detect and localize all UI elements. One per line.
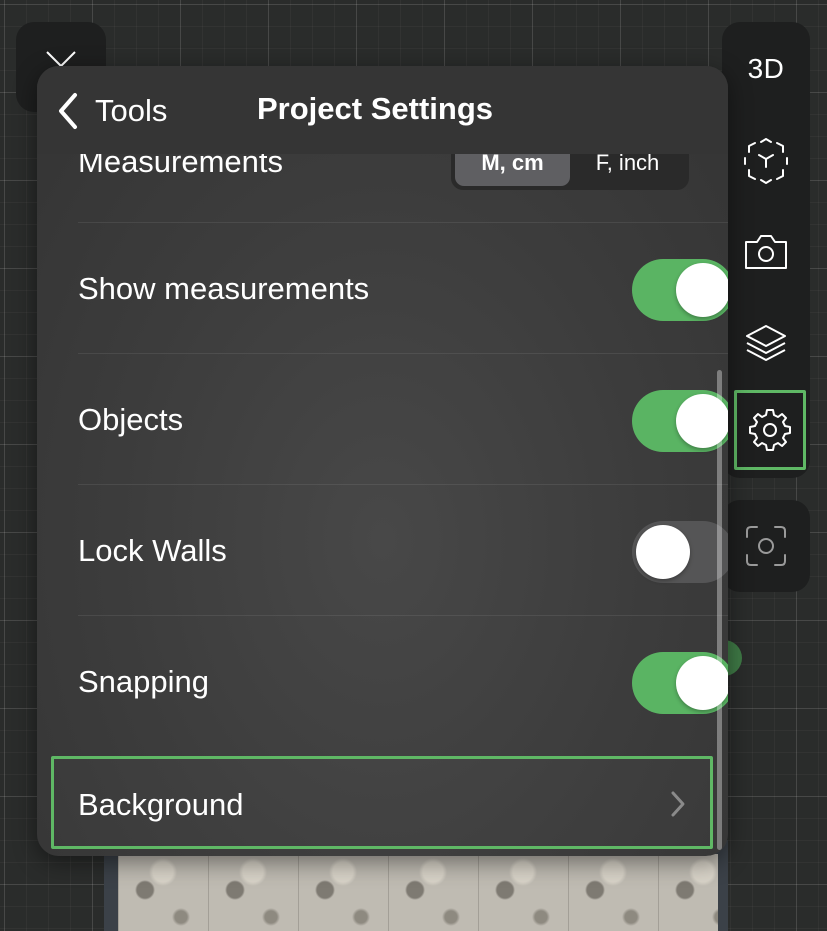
background-label: Background	[78, 787, 244, 822]
texture-tiles	[118, 854, 718, 931]
show-measurements-label: Show measurements	[78, 271, 370, 306]
camera-button[interactable]	[722, 216, 810, 286]
gear-icon	[749, 409, 791, 451]
ar-view-button[interactable]	[722, 126, 810, 196]
settings-button[interactable]	[734, 390, 806, 470]
show-measurements-row: Show measurements	[78, 223, 728, 354]
lock-walls-toggle[interactable]	[632, 521, 728, 583]
toggle-knob	[636, 525, 690, 579]
layers-button[interactable]	[722, 308, 810, 378]
scrollbar[interactable]	[717, 370, 722, 850]
lock-walls-row: Lock Walls	[78, 485, 728, 616]
snapping-label: Snapping	[78, 664, 210, 699]
back-label: Tools	[95, 93, 168, 128]
chevron-left-icon	[59, 93, 77, 129]
view-3d-label: 3D	[747, 53, 785, 84]
view-3d-button[interactable]: 3D	[722, 34, 810, 104]
ar-cube-icon	[744, 138, 788, 184]
snapping-row: Snapping	[78, 616, 728, 747]
right-toolbar: 3D	[722, 22, 810, 478]
layers-icon	[746, 325, 786, 361]
screenshot-icon	[746, 526, 786, 566]
show-measurements-toggle[interactable]	[632, 259, 728, 321]
back-button[interactable]: Tools	[53, 86, 167, 136]
project-settings-panel: Measurements M, cm F, inch Show measurem…	[37, 66, 728, 856]
screenshot-button[interactable]	[722, 500, 810, 592]
settings-list: Measurements M, cm F, inch Show measurem…	[37, 66, 728, 856]
snapping-toggle[interactable]	[632, 652, 728, 714]
objects-toggle[interactable]	[632, 390, 728, 452]
background-row[interactable]: Background	[51, 756, 713, 849]
toggle-knob	[676, 263, 728, 317]
measurements-row: Measurements M, cm F, inch	[78, 136, 728, 223]
panel-header: Tools Project Settings	[37, 66, 728, 154]
objects-row: Objects	[78, 354, 728, 485]
lock-walls-label: Lock Walls	[78, 533, 227, 568]
objects-label: Objects	[78, 402, 184, 437]
chevron-right-icon	[671, 791, 685, 817]
page-title: Project Settings	[257, 91, 493, 126]
camera-icon	[745, 235, 787, 269]
